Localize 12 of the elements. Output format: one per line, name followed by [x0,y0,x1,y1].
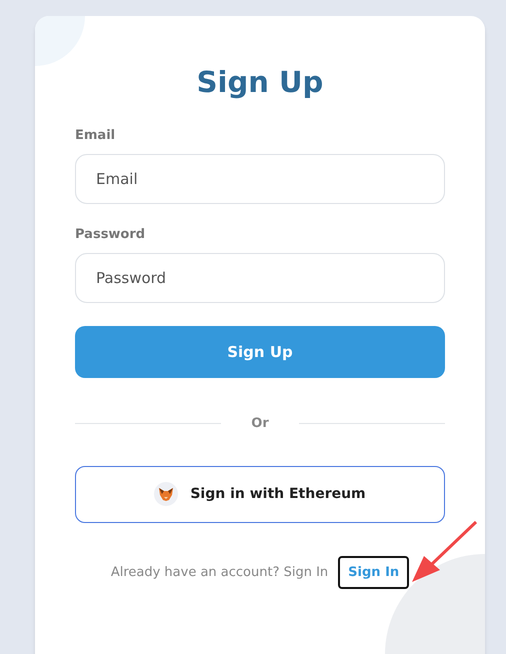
sign-up-button[interactable]: Sign Up [75,326,445,378]
arrow-icon [410,520,478,584]
field-label: Email [75,128,116,144]
fox-icon [154,482,178,506]
input-field[interactable]: Password [75,253,445,303]
sign-in-link[interactable]: Sign In [338,556,410,589]
ethereum-button[interactable]: Sign in with Ethereum [75,466,445,522]
page-title: Sign Up [196,64,324,101]
footer-text: Already have an account? Sign In [110,564,328,582]
field-label: Password [75,227,146,243]
divider-text: Or [251,415,269,433]
input-field[interactable]: Email [75,154,445,204]
